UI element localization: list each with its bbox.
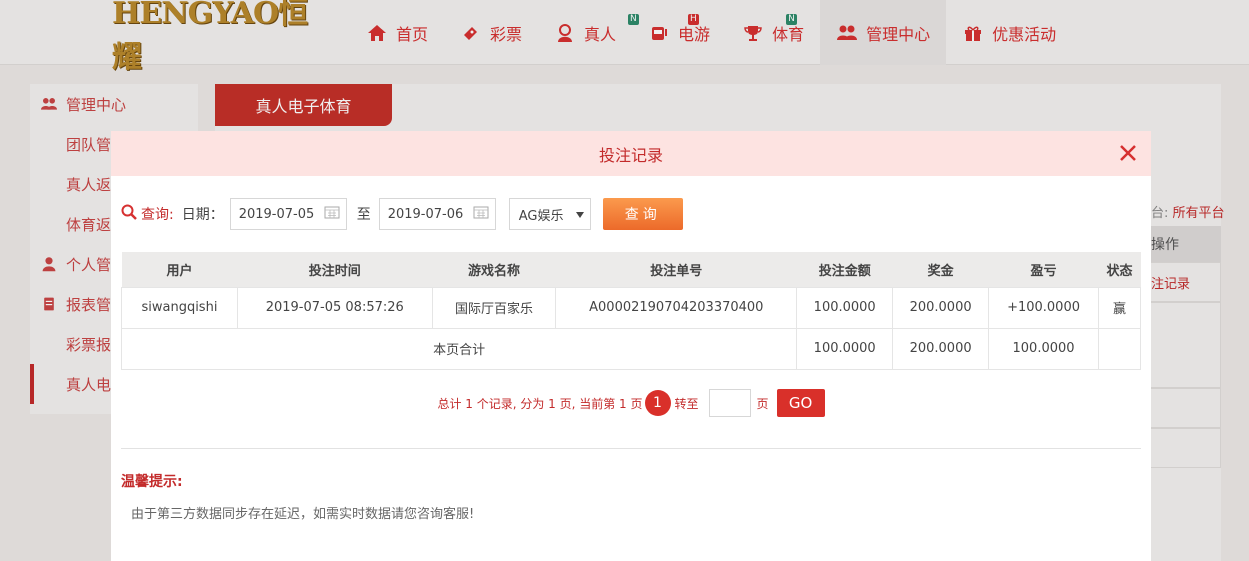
pagination: 总计 1 个记录, 分为 1 页, 当前第 1 页 1 转至 页 GO (111, 389, 1151, 417)
cell-order-number: A00002190704203370400 (555, 286, 798, 329)
cell-user: siwangqishi (121, 286, 238, 329)
bet-records-modal: 投注记录 查询: 日期： 2019-07-05 至 2019-07-06 AG娱… (111, 131, 1151, 561)
to-label: 至 (356, 207, 371, 223)
start-date-value: 2019-07-05 (238, 206, 315, 222)
caret-down-icon (575, 207, 584, 222)
summary-profit: 100.0000 (988, 327, 1099, 370)
end-date-value: 2019-07-06 (387, 206, 464, 222)
summary-row: 本页合计 100.0000 200.0000 100.0000 (120, 327, 1141, 370)
column-header: 游戏名称 (432, 252, 556, 287)
column-header: 用户 (121, 252, 238, 287)
divider (121, 448, 1141, 449)
go-button[interactable]: GO (776, 389, 825, 417)
close-icon[interactable] (1117, 142, 1139, 164)
cell-status: 赢 (1098, 286, 1141, 329)
tips-title: 温馨提示: (121, 474, 183, 490)
platform-select-value: AG娱乐 (518, 208, 564, 224)
column-header: 盈亏 (988, 252, 1099, 287)
platform-select[interactable]: AG娱乐 (508, 198, 591, 230)
goto-label: 转至 (674, 396, 699, 411)
bet-records-table: 用户 投注时间 游戏名称 投注单号 投注金额 奖金 盈亏 状态 siwangqi… (120, 252, 1141, 370)
calendar-icon (324, 205, 340, 223)
cell-game-name: 国际厅百家乐 (431, 286, 557, 329)
page-jump-input[interactable] (708, 389, 751, 417)
cell-profit: +100.0000 (988, 286, 1099, 329)
date-label: 日期： (181, 207, 224, 223)
cell-bet-amount: 100.0000 (796, 286, 894, 329)
table-header-row: 用户 投注时间 游戏名称 投注单号 投注金额 奖金 盈亏 状态 (121, 252, 1141, 287)
summary-amount: 100.0000 (796, 327, 894, 370)
summary-prize: 200.0000 (892, 327, 990, 370)
tips-text: 由于第三方数据同步存在延迟，如需实时数据请您咨询客服! (131, 507, 475, 522)
cell-bet-time: 2019-07-05 08:57:26 (236, 286, 433, 329)
column-header: 投注时间 (237, 252, 433, 287)
cell-prize: 200.0000 (892, 286, 990, 329)
column-header: 投注单号 (555, 252, 797, 287)
column-header: 状态 (1098, 252, 1141, 287)
calendar-icon (473, 205, 489, 223)
summary-status (1098, 327, 1141, 370)
column-header: 奖金 (892, 252, 989, 287)
start-date-input[interactable]: 2019-07-05 (229, 198, 347, 230)
query-button[interactable]: 查询 (602, 198, 683, 230)
column-header: 投注金额 (796, 252, 893, 287)
query-bar: 查询: 日期： 2019-07-05 至 2019-07-06 AG娱乐 查询 (121, 198, 683, 230)
search-icon (121, 204, 137, 224)
modal-header: 投注记录 (111, 131, 1151, 176)
table-row: siwangqishi 2019-07-05 08:57:26 国际厅百家乐 A… (121, 286, 1141, 329)
page-number-current[interactable]: 1 (644, 390, 671, 416)
end-date-input[interactable]: 2019-07-06 (378, 198, 496, 230)
query-label: 查询: (141, 207, 174, 223)
page-label: 页 (756, 396, 769, 411)
summary-label: 本页合计 (120, 327, 798, 370)
modal-title: 投注记录 (598, 145, 663, 165)
pagination-info: 总计 1 个记录, 分为 1 页, 当前第 1 页 (437, 396, 643, 411)
